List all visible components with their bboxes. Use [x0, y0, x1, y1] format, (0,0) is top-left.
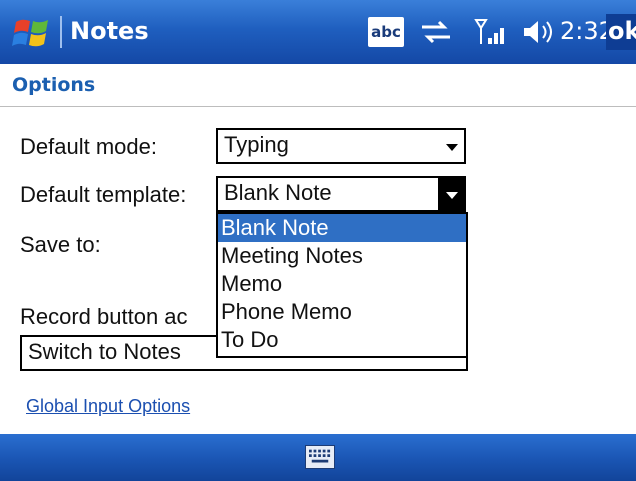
ok-button[interactable]: ok [606, 14, 636, 50]
volume-icon[interactable] [518, 16, 558, 48]
keyboard-icon[interactable] [305, 445, 335, 469]
dropdown-option[interactable]: To Do [218, 326, 466, 354]
start-flag-icon[interactable] [12, 14, 52, 52]
app-title: Notes [70, 17, 149, 45]
dropdown-option[interactable]: Meeting Notes [218, 242, 466, 270]
default-mode-label: Default mode: [20, 134, 157, 159]
record-button-value: Switch to Notes [28, 339, 181, 364]
record-button-label: Record button ac [20, 304, 188, 329]
dropdown-option[interactable]: Blank Note [218, 214, 466, 242]
header-divider [0, 106, 636, 107]
title-bar: Notes abc 2:32 ok [0, 0, 636, 64]
default-mode-value: Typing [224, 132, 289, 157]
page-title: Options [12, 74, 96, 96]
signal-icon[interactable] [472, 16, 512, 48]
sync-icon[interactable] [416, 16, 456, 48]
chevron-down-icon [446, 192, 458, 199]
global-input-options-link[interactable]: Global Input Options [26, 396, 190, 417]
default-mode-select[interactable]: Typing [216, 128, 466, 164]
input-indicator-icon[interactable]: abc [368, 17, 404, 47]
dropdown-option[interactable]: Phone Memo [218, 298, 466, 326]
default-template-value: Blank Note [224, 180, 332, 205]
dropdown-option[interactable]: Memo [218, 270, 466, 298]
chevron-down-icon [446, 144, 458, 151]
template-dropdown-list[interactable]: Blank Note Meeting Notes Memo Phone Memo… [216, 212, 468, 358]
title-divider [60, 16, 62, 48]
default-template-select[interactable]: Blank Note [216, 176, 466, 212]
default-template-label: Default template: [20, 182, 187, 207]
save-to-label: Save to: [20, 232, 101, 257]
